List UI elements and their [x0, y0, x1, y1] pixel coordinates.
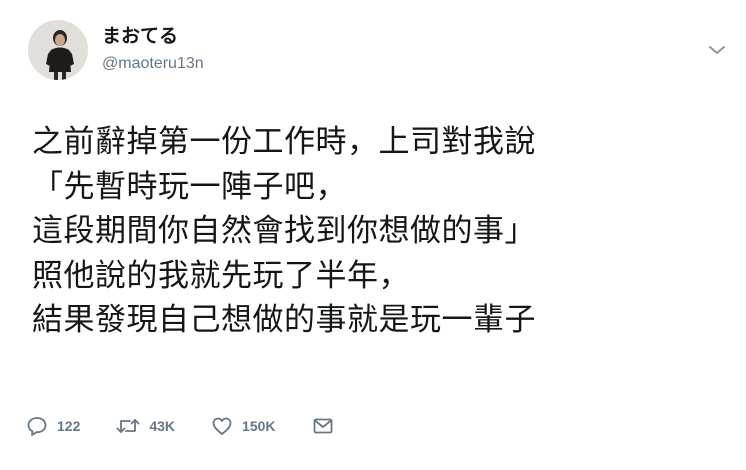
tweet-card: まおてる @maoteru13n 之前辭掉第一份工作時，上司對我說 「先暫時玩一… — [0, 0, 746, 470]
reply-count: 122 — [57, 418, 81, 434]
reply-icon — [26, 415, 48, 437]
like-button[interactable]: 150K — [211, 415, 276, 437]
tweet-text-line: 「先暫時玩一陣子吧， — [32, 168, 347, 205]
avatar-photo — [28, 20, 88, 80]
retweet-count: 43K — [149, 418, 176, 434]
tweet-text-line: 之前辭掉第一份工作時，上司對我說 — [32, 124, 536, 160]
user-handle[interactable]: @maoteru13n — [102, 54, 204, 74]
heart-icon — [211, 415, 233, 437]
tweet-text-line: 結果發現自己想做的事就是玩一輩子 — [32, 302, 536, 338]
retweet-button[interactable]: 43K — [116, 415, 175, 437]
avatar[interactable] — [28, 20, 88, 80]
display-name[interactable]: まおてる — [102, 24, 204, 48]
tweet-text: 之前辭掉第一份工作時，上司對我說 「先暫時玩一陣子吧， 這段期間你自然會找到你想… — [32, 120, 722, 343]
tweet-text-line: 照他說的我就先玩了半年， — [32, 257, 410, 294]
retweet-icon — [116, 415, 140, 437]
user-names: まおてる @maoteru13n — [102, 24, 204, 74]
tweet-actions: 122 43K 150K — [26, 414, 370, 438]
chevron-down-icon[interactable] — [706, 42, 728, 58]
envelope-icon — [312, 415, 334, 437]
tweet-header: まおてる @maoteru13n — [28, 20, 728, 82]
reply-button[interactable]: 122 — [26, 415, 80, 437]
tweet-text-line: 這段期間你自然會找到你想做的事」 — [32, 213, 536, 249]
like-count: 150K — [242, 418, 276, 434]
direct-message-button[interactable] — [312, 415, 334, 437]
